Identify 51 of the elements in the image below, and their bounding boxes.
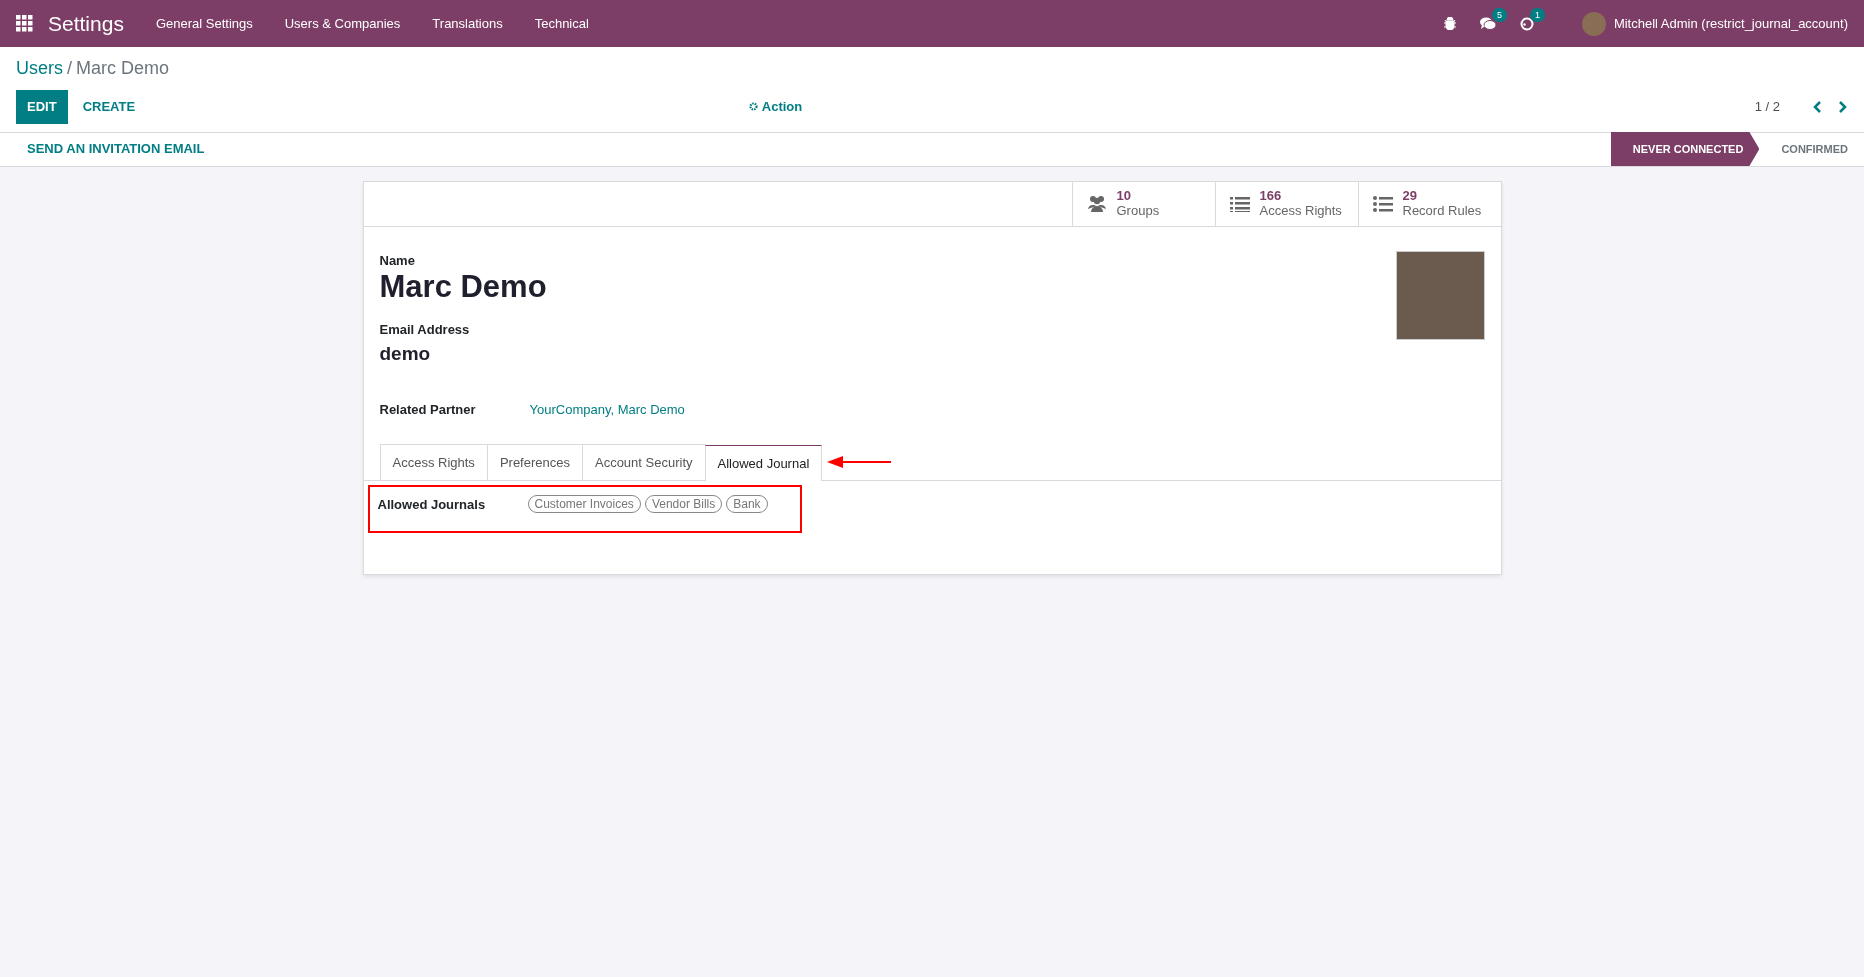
breadcrumb-separator: /	[67, 57, 73, 80]
stat-button[interactable]: 10 Groups	[1071, 181, 1215, 226]
stat-label: Access Rights	[1259, 203, 1342, 219]
form-tab[interactable]: Allowed Journal	[704, 445, 823, 482]
stat-label: Record Rules	[1402, 203, 1482, 219]
create-button[interactable]: CREATE	[71, 90, 147, 124]
gear-icon	[748, 102, 758, 112]
field-label: Name	[379, 251, 416, 270]
partner-link[interactable]: YourCompany, Marc Demo	[529, 400, 685, 420]
bug-icon[interactable]	[1443, 17, 1456, 30]
app-title[interactable]: Settings	[48, 7, 124, 40]
journal-tag[interactable]: Vendor Bills	[644, 495, 723, 514]
stat-button[interactable]: 29 Record Rules	[1357, 181, 1501, 226]
menu-item[interactable]: Translations	[416, 13, 519, 34]
stat-count: 166	[1259, 188, 1283, 204]
journal-tag[interactable]: Customer Invoices	[527, 495, 641, 514]
stat-button[interactable]: 166 Access Rights	[1214, 181, 1358, 226]
status-stage[interactable]: NEVER CONNECTED	[1610, 132, 1760, 166]
annotation-arrow	[827, 456, 894, 469]
journal-tag[interactable]: Bank	[726, 495, 768, 514]
menu-item[interactable]: General Settings	[139, 13, 269, 34]
bullet-list-icon	[1372, 194, 1393, 213]
action-menu[interactable]: Action	[748, 97, 803, 117]
form-tab[interactable]: Access Rights	[379, 443, 488, 481]
field-label: Email Address	[379, 321, 471, 340]
previous-icon[interactable]	[1812, 100, 1822, 113]
activity-count-badge: 1	[1529, 7, 1545, 22]
users-icon	[1086, 194, 1107, 213]
field-label: Allowed Journals	[377, 496, 487, 515]
clock-icon[interactable]	[1519, 16, 1534, 31]
status-stage[interactable]: CONFIRMED	[1759, 132, 1864, 166]
next-icon[interactable]	[1838, 100, 1848, 113]
stat-count: 10	[1116, 188, 1132, 204]
menu-item[interactable]: Technical	[518, 13, 605, 34]
breadcrumb-current: Marc Demo	[76, 57, 170, 80]
user-name-value: Marc Demo	[379, 270, 547, 305]
list-icon	[1229, 194, 1250, 213]
chat-icon[interactable]	[1479, 17, 1496, 30]
pager-value: 1 / 2	[1754, 98, 1780, 116]
apps-menu-icon[interactable]	[16, 15, 33, 32]
email-value: demo	[379, 341, 432, 366]
edit-button[interactable]: EDIT	[16, 90, 68, 124]
field-label: Related Partner	[379, 401, 477, 420]
stat-count: 29	[1402, 188, 1418, 204]
breadcrumb-link[interactable]: Users	[16, 55, 63, 82]
user-name[interactable]: Mitchell Admin (restrict_journal_account)	[1613, 13, 1848, 34]
avatar-placeholder	[1581, 11, 1606, 36]
stat-label: Groups	[1116, 203, 1160, 219]
menu-item[interactable]: Users & Companies	[268, 13, 417, 34]
message-count-badge: 5	[1491, 8, 1507, 22]
invitation-email-button[interactable]: SEND AN INVITATION EMAIL	[16, 132, 216, 166]
